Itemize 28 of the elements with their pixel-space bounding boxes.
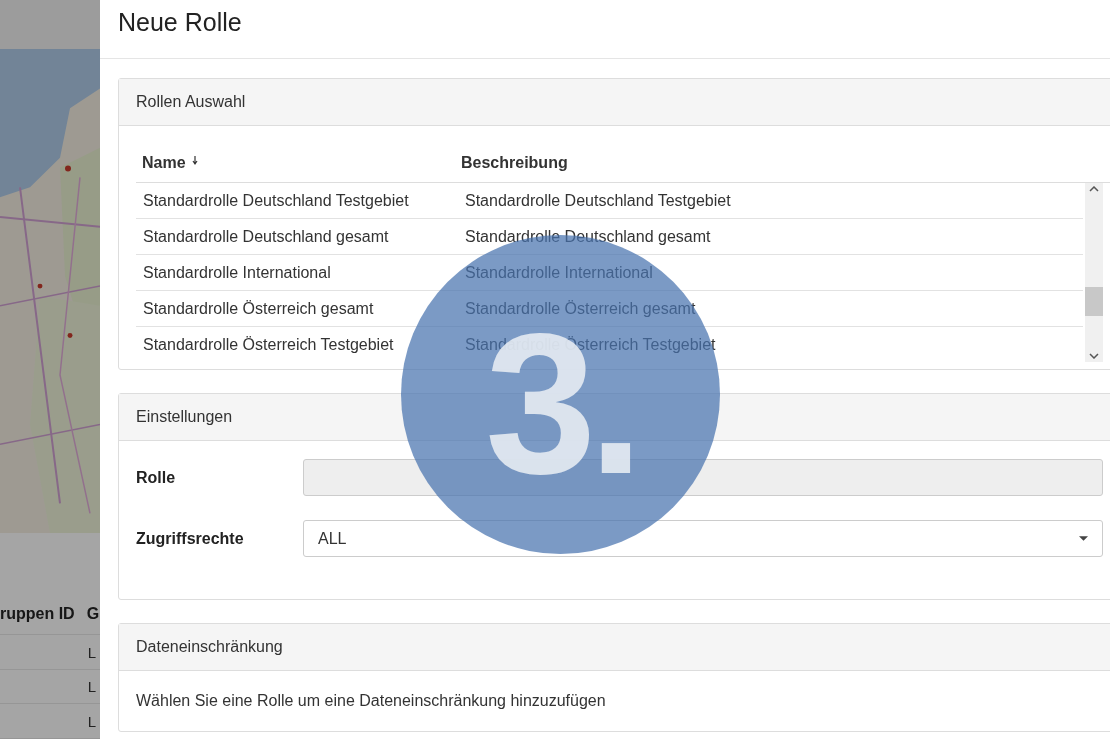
- column-header: G: [86, 605, 100, 624]
- field-label: Zugriffsrechte: [136, 529, 245, 548]
- table-cell-text: Standardrolle Österreich gesamt: [142, 299, 375, 318]
- table-cell: L: [87, 678, 96, 696]
- caret-icon: [1079, 536, 1088, 541]
- column-header: ruppen ID: [0, 605, 75, 624]
- column-header[interactable]: Name: [136, 154, 455, 172]
- dialog-title: Neue Rolle: [100, 0, 1110, 59]
- scrollbar[interactable]: [1085, 183, 1103, 362]
- info-message: Wählen Sie eine Rolle um eine Dateneinschränkung hinzuzufügen: [136, 692, 606, 709]
- table-cell-text: Standardrolle Deutschland gesamt: [142, 227, 390, 246]
- panel-header: Dateneinschränkung: [119, 624, 1110, 671]
- panel-header: Rollen Auswahl: [119, 79, 1110, 126]
- column-header[interactable]: Beschreibung: [455, 154, 1110, 172]
- table-cell-text: Standardrolle Österreich Testgebiet: [142, 335, 395, 354]
- table-cell: L: [87, 643, 96, 661]
- field-label: Rolle: [136, 468, 177, 487]
- table-cell-text: Standardrolle Deutschland Testgebiet: [464, 191, 732, 210]
- table-cell-text: Standardrolle International: [142, 263, 332, 282]
- table-cell-text: Standardrolle Deutschland Testgebiet: [142, 191, 410, 210]
- table-row[interactable]: Standardrolle Deutschland Testgebiet Standardrolle Deutschland Testgebiet: [136, 183, 1083, 219]
- scroll-up-icon[interactable]: [1089, 186, 1099, 192]
- table-cell: L: [87, 712, 96, 730]
- scrollbar-thumb[interactable]: [1085, 287, 1103, 316]
- table-cell-text: Standardrolle International: [464, 263, 654, 282]
- scroll-down-icon[interactable]: [1089, 353, 1099, 359]
- table-cell-text: Standardrolle Österreich gesamt: [464, 299, 697, 318]
- dropdown-value: ALL: [318, 529, 347, 548]
